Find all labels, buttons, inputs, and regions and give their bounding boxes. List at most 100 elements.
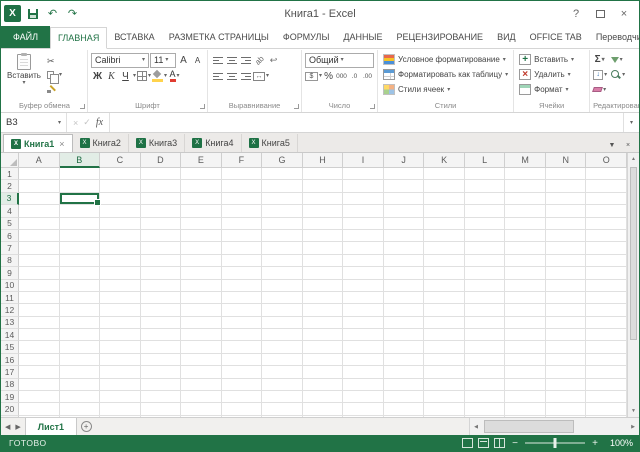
cell-D19[interactable] [141,391,182,403]
cell-A19[interactable] [19,391,60,403]
cell-L3[interactable] [465,193,506,205]
cell-H1[interactable] [303,168,344,180]
cell-E14[interactable] [181,329,222,341]
cell-F18[interactable] [222,379,263,391]
cell-B13[interactable] [60,317,101,329]
cell-G19[interactable] [262,391,303,403]
align-top-button[interactable] [211,53,224,67]
cell-D17[interactable] [141,366,182,378]
cell-G1[interactable] [262,168,303,180]
cell-G4[interactable] [262,205,303,217]
cell-H15[interactable] [303,341,344,353]
borders-button[interactable]: ▾ [137,69,151,83]
cell-A2[interactable] [19,180,60,192]
office-tab-dropdown-button[interactable]: ▼ [605,138,619,152]
row-header-13[interactable]: 13 [1,317,19,329]
zoom-out-button[interactable]: − [510,438,520,449]
cell-C19[interactable] [100,391,141,403]
cell-O3[interactable] [586,193,627,205]
cell-M13[interactable] [505,317,546,329]
cell-N5[interactable] [546,218,587,230]
cell-O5[interactable] [586,218,627,230]
cell-J5[interactable] [384,218,425,230]
cell-A5[interactable] [19,218,60,230]
save-button[interactable] [24,5,41,22]
cell-M7[interactable] [505,242,546,254]
ribbon-tab-data[interactable]: ДАННЫЕ [336,27,389,48]
cell-C18[interactable] [100,379,141,391]
comma-style-button[interactable]: 000 [335,69,348,83]
cell-I10[interactable] [343,280,384,292]
cell-D14[interactable] [141,329,182,341]
office-tab-close-icon[interactable]: × [59,139,64,149]
cell-O1[interactable] [586,168,627,180]
cell-G6[interactable] [262,230,303,242]
cell-L15[interactable] [465,341,506,353]
scroll-down-icon[interactable]: ▼ [628,405,639,417]
cell-K4[interactable] [424,205,465,217]
cell-E15[interactable] [181,341,222,353]
bold-button[interactable]: Ж [91,69,104,83]
cell-B12[interactable] [60,304,101,316]
cell-B1[interactable] [60,168,101,180]
name-box[interactable]: B3▾ [1,113,67,132]
cell-E13[interactable] [181,317,222,329]
cell-L17[interactable] [465,366,506,378]
cell-I13[interactable] [343,317,384,329]
column-header-E[interactable]: E [181,153,222,168]
cell-J18[interactable] [384,379,425,391]
cell-B14[interactable] [60,329,101,341]
horizontal-scroll-thumb[interactable] [484,420,574,433]
chevron-down-icon[interactable]: ▾ [620,57,623,63]
cell-I1[interactable] [343,168,384,180]
formula-input[interactable] [110,113,623,132]
office-tab-2[interactable]: XКнига2 [73,134,129,152]
cell-N21[interactable] [546,416,587,417]
cell-A18[interactable] [19,379,60,391]
cell-C15[interactable] [100,341,141,353]
cell-D1[interactable] [141,168,182,180]
cell-C8[interactable] [100,255,141,267]
cell-B20[interactable] [60,403,101,415]
cell-M17[interactable] [505,366,546,378]
cell-G12[interactable] [262,304,303,316]
cell-L11[interactable] [465,292,506,304]
cell-H8[interactable] [303,255,344,267]
cell-A7[interactable] [19,242,60,254]
cell-C12[interactable] [100,304,141,316]
scroll-up-icon[interactable]: ▲ [628,153,639,165]
percent-style-button[interactable]: % [322,69,335,83]
row-header-7[interactable]: 7 [1,242,19,254]
cell-A14[interactable] [19,329,60,341]
cell-C4[interactable] [100,205,141,217]
cell-A4[interactable] [19,205,60,217]
cell-N9[interactable] [546,267,587,279]
cell-G5[interactable] [262,218,303,230]
cell-D3[interactable] [141,193,182,205]
vertical-scroll-track[interactable] [628,165,639,405]
cell-O8[interactable] [586,255,627,267]
cell-I2[interactable] [343,180,384,192]
cell-F7[interactable] [222,242,263,254]
office-tab-3[interactable]: XКнига3 [129,134,185,152]
cell-K17[interactable] [424,366,465,378]
sheet-nav-right-icon[interactable]: ▶ [15,423,20,431]
grow-font-button[interactable]: A [177,53,190,67]
column-header-K[interactable]: K [424,153,465,168]
cell-F1[interactable] [222,168,263,180]
column-header-O[interactable]: O [586,153,627,168]
cell-B3[interactable] [60,193,101,205]
orientation-button[interactable]: ab [253,53,266,67]
cell-K11[interactable] [424,292,465,304]
shrink-font-button[interactable]: A [191,53,204,67]
cell-M9[interactable] [505,267,546,279]
cell-I11[interactable] [343,292,384,304]
cell-N15[interactable] [546,341,587,353]
cell-L2[interactable] [465,180,506,192]
cell-G13[interactable] [262,317,303,329]
cell-G9[interactable] [262,267,303,279]
cell-O10[interactable] [586,280,627,292]
cell-A20[interactable] [19,403,60,415]
cell-L14[interactable] [465,329,506,341]
cell-H6[interactable] [303,230,344,242]
